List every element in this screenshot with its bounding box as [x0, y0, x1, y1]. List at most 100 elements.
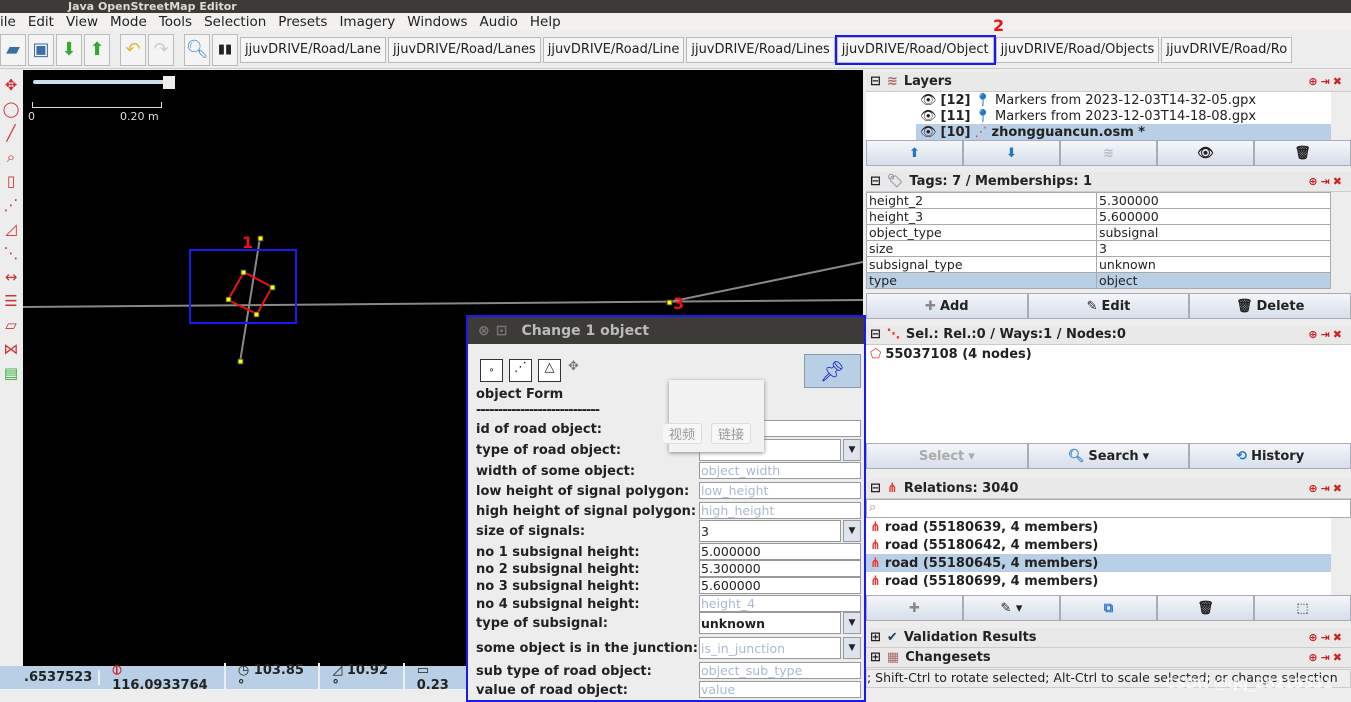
zoom-tool-icon[interactable]: ⌕ [7, 148, 15, 166]
improve-way-icon[interactable]: ⋱ [4, 244, 19, 262]
measure-icon[interactable]: ◿ [5, 220, 17, 238]
menu-presets[interactable]: Presets [278, 14, 327, 30]
preset-tab[interactable]: jjuvDRIVE/Road/Lanes [387, 36, 541, 63]
chevron-down-icon[interactable]: ▼ [843, 612, 861, 634]
field-combo[interactable]: unknown [699, 612, 841, 634]
panel-controls[interactable]: ⊕⇥✖ [1308, 631, 1351, 644]
visibility-icon[interactable]: 👁︎ [1157, 140, 1254, 166]
tag-row[interactable]: size 3 [866, 240, 1331, 257]
move-up-icon[interactable]: ⬆ [866, 140, 963, 166]
menu-help[interactable]: Help [530, 14, 561, 30]
delete-tag-button[interactable]: 🗑︎ Delete [1189, 293, 1351, 319]
menu-selection[interactable]: Selection [204, 14, 266, 30]
panel-controls[interactable]: ⊕⇥✖ [1308, 482, 1351, 495]
duplicate-relation-icon[interactable]: ⧉ [1060, 595, 1157, 621]
merge-icon[interactable]: ≋ [1060, 140, 1157, 166]
delete-relation-icon[interactable]: 🗑︎ [1157, 595, 1254, 621]
tag-key[interactable]: size [866, 240, 1097, 257]
tag-key[interactable]: type [866, 272, 1097, 289]
move-down-icon[interactable]: ⬇ [963, 140, 1060, 166]
preset-tab-selected[interactable]: jjuvDRIVE/Road/Object [834, 34, 996, 65]
select-button[interactable]: Select ▾ [866, 443, 1028, 469]
menu-edit[interactable]: Edit [28, 14, 54, 30]
field-combo[interactable]: is_in_junction [699, 637, 841, 659]
tag-value[interactable]: subsignal [1096, 224, 1331, 241]
relation-item[interactable]: ⋔ road (55180699, 4 members) [866, 572, 1331, 590]
preset-tab[interactable]: jjuvDRIVE/Road/Line [542, 36, 685, 63]
relation-icon[interactable]: ⋈ [4, 340, 19, 358]
collapse-icon[interactable]: ⊟ [870, 174, 881, 189]
preset-tab[interactable]: jjuvDRIVE/Road/Lines [686, 36, 835, 63]
pin-button[interactable]: 📌︎ [804, 354, 861, 388]
chevron-down-icon[interactable]: ▼ [843, 637, 861, 659]
tag-key[interactable]: height_2 [866, 192, 1097, 209]
tag-row[interactable]: height_3 5.600000 [866, 208, 1331, 225]
tags-header[interactable]: ⊟ 🏷︎ Tags: 7 / Memberships: 1 ⊕⇥✖ [866, 172, 1351, 192]
lasso-icon[interactable]: ◯ [3, 100, 20, 118]
panel-controls[interactable]: ⊕⇥✖ [1308, 651, 1351, 664]
zoom-icon[interactable]: 🔍︎ [184, 33, 210, 66]
validation-header[interactable]: ⊞ ✔ Validation Results ⊕⇥✖ [866, 628, 1351, 648]
relations-header[interactable]: ⊟ ⋔ Relations: 3040 ⊕⇥✖ [866, 479, 1351, 499]
layers-toggle-icon[interactable]: ☰ [4, 292, 17, 310]
delete-tool-icon[interactable]: ▯ [7, 172, 15, 190]
map-icon[interactable]: ▤ [4, 364, 18, 382]
undo-icon[interactable]: ↶ [120, 33, 146, 66]
edit-tag-button[interactable]: ✎ Edit [1027, 293, 1190, 319]
edit-relation-icon[interactable]: ✎ ▾ [963, 595, 1060, 621]
link-button[interactable]: 链接 [711, 423, 752, 444]
panel-controls[interactable]: ⊕⇥✖ [1308, 328, 1351, 341]
field-input[interactable]: 5.000000 [699, 543, 861, 560]
preset-tab[interactable]: jjuvDRIVE/Road/Objects [995, 36, 1160, 63]
menu-file[interactable]: ile [0, 14, 16, 30]
field-input[interactable]: value [699, 681, 861, 698]
search-button[interactable]: 🔍︎ Search ▾ [1027, 443, 1190, 469]
menu-windows[interactable]: Windows [407, 14, 467, 30]
layers-header[interactable]: ⊟ ≋ Layers ⊕⇥✖ [866, 72, 1351, 92]
field-input[interactable]: high_height [699, 502, 861, 519]
menu-tools[interactable]: Tools [159, 14, 192, 30]
menu-view[interactable]: View [66, 14, 98, 30]
field-input[interactable]: low_height [699, 482, 861, 499]
add-tag-button[interactable]: ✚ Add [866, 293, 1028, 319]
open-icon[interactable]: ▰ [0, 33, 26, 66]
tag-value[interactable]: 5.300000 [1096, 192, 1331, 209]
preset-tab[interactable]: jjuvDRIVE/Road/Lane [240, 36, 386, 63]
field-input[interactable]: object_sub_type [699, 662, 861, 679]
extrude-icon[interactable]: ↔ [5, 268, 18, 286]
tag-row[interactable]: height_2 5.300000 [866, 192, 1331, 209]
field-combo[interactable]: 3 [699, 520, 841, 542]
relation-item[interactable]: ⋔ road (55180639, 4 members) [866, 518, 1331, 536]
tag-value[interactable]: 3 [1096, 240, 1331, 257]
relations-filter-input[interactable]: ⌕ [866, 499, 1351, 518]
expand-icon[interactable]: ⊞ [870, 630, 881, 645]
field-input[interactable]: height_4 [699, 595, 861, 612]
collapse-icon[interactable]: ⊟ [870, 74, 881, 89]
panel-controls[interactable]: ⊕⇥✖ [1308, 175, 1351, 188]
eye-icon[interactable]: 👁︎ [920, 109, 937, 124]
redo-icon[interactable]: ↷ [148, 33, 174, 66]
tag-value[interactable]: object [1096, 272, 1331, 289]
add-relation-icon[interactable]: ✚ [866, 595, 963, 621]
collapse-icon[interactable]: ⊟ [870, 481, 881, 496]
parallel-icon[interactable]: ⋰ [4, 196, 19, 214]
tag-key[interactable]: height_3 [866, 208, 1097, 225]
select-members-icon[interactable]: ⬚ [1254, 595, 1351, 621]
menu-audio[interactable]: Audio [480, 14, 518, 30]
relation-item[interactable]: ⋔ road (55180642, 4 members) [866, 536, 1331, 554]
save-icon[interactable]: ▣ [28, 33, 54, 66]
eye-icon[interactable]: 👁︎ [920, 125, 937, 140]
layer-item[interactable]: 👁︎ [11] 📍︎ Markers from 2023-12-03T14-18-08… [916, 108, 1331, 124]
selection-item[interactable]: ⬠ 55037108 (4 nodes) [866, 345, 1351, 363]
ruler-icon[interactable]: ▱ [5, 316, 17, 334]
relation-item-selected[interactable]: ⋔ road (55180645, 4 members) [866, 554, 1331, 572]
delete-layer-icon[interactable]: 🗑︎ [1254, 140, 1351, 166]
preset-tab[interactable]: jjuvDRIVE/Road/Ro [1161, 36, 1293, 63]
changesets-header[interactable]: ⊞ ▦ Changesets ⊕⇥✖ [866, 648, 1351, 668]
eye-icon[interactable]: 👁︎ [920, 93, 937, 108]
preferences-icon[interactable]: ▮▮ [212, 33, 238, 66]
history-button[interactable]: ⟲ History [1189, 443, 1351, 469]
tag-value[interactable]: unknown [1096, 256, 1331, 273]
panel-controls[interactable]: ⊕⇥✖ [1308, 75, 1351, 88]
video-button[interactable]: 视频 [663, 423, 703, 444]
